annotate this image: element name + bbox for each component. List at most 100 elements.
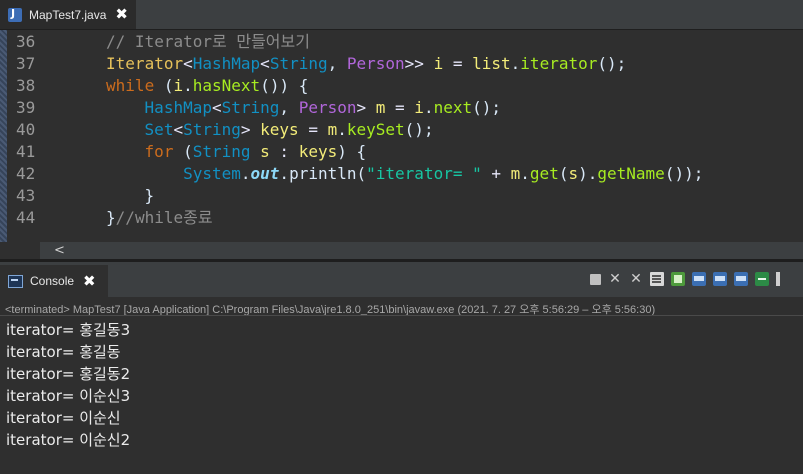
- code-token: .: [279, 164, 290, 183]
- close-console-icon[interactable]: ✖: [83, 273, 96, 289]
- code-token: keys: [260, 120, 299, 139]
- status-divider: [0, 315, 803, 316]
- code-token: m: [375, 98, 386, 117]
- code-token: next: [433, 98, 473, 117]
- code-token: ).: [578, 164, 598, 183]
- code-token: HashMap: [144, 98, 212, 117]
- editor-tab-title: MapTest7.java: [29, 7, 107, 22]
- code-token: >>: [404, 54, 434, 73]
- code-token: }: [144, 186, 155, 205]
- code-token: i: [414, 98, 424, 117]
- scroll-left-icon[interactable]: <: [54, 242, 65, 259]
- code-token: m: [510, 164, 521, 183]
- horizontal-scrollbar[interactable]: <: [40, 242, 803, 259]
- pin-console-icon[interactable]: [755, 272, 769, 286]
- remove-all-terminated-icon[interactable]: ✕: [629, 272, 643, 286]
- code-text: Iterator<HashMap<String, Person>> i = li…: [106, 53, 626, 75]
- code-token: Iterator: [106, 54, 184, 73]
- code-token: =: [298, 120, 328, 139]
- code-token: ();: [597, 54, 627, 73]
- console-output-line: iterator= 홍길동3: [6, 321, 131, 339]
- code-token: out: [250, 164, 280, 183]
- console-tab-title: Console: [30, 274, 75, 288]
- code-token: s: [250, 142, 270, 161]
- code-line[interactable]: 43}: [0, 185, 803, 207]
- code-token: :: [269, 142, 299, 161]
- code-line[interactable]: 42 System.out.println("iterator= " + m.ge…: [0, 163, 803, 185]
- code-token: (: [356, 164, 367, 183]
- code-token: =: [443, 54, 473, 73]
- editor-tab-bar: MapTest7.java ✖: [0, 0, 803, 30]
- code-token: <: [173, 120, 184, 139]
- code-line[interactable]: 37 Iterator<HashMap<String, Person>> i = …: [0, 53, 803, 75]
- code-editor[interactable]: MapTest7.java ✖ 36 // Iterator로 만들어보기 37 It…: [0, 0, 803, 262]
- code-token: <: [211, 98, 222, 117]
- code-token: }: [106, 208, 116, 227]
- code-text: System.out.println("iterator= " + m.get(…: [183, 163, 703, 185]
- console-toolbar: ✕ ✕: [590, 270, 780, 288]
- console-tab[interactable]: Console ✖: [0, 265, 108, 297]
- code-token: while: [106, 76, 155, 95]
- code-token: <: [183, 54, 193, 73]
- console-icon: [8, 274, 23, 288]
- code-token: ();: [472, 98, 502, 117]
- code-token: keySet: [346, 120, 405, 139]
- code-text: Set<String> keys = m.keySet();: [145, 119, 434, 141]
- word-wrap-icon[interactable]: [692, 272, 706, 286]
- code-token: <: [260, 54, 270, 73]
- line-number: 42: [16, 164, 36, 183]
- scroll-lock-icon[interactable]: [671, 272, 685, 286]
- code-line[interactable]: 39 HashMap<String, Person> m = i.next();: [0, 97, 803, 119]
- close-tab-icon[interactable]: ✖: [115, 7, 128, 22]
- code-line[interactable]: 41 for (String s : keys) {: [0, 141, 803, 163]
- code-token: iterator: [520, 54, 598, 73]
- code-line[interactable]: 40 Set<String> keys = m.keySet();: [0, 119, 803, 141]
- more-icon[interactable]: [776, 272, 780, 286]
- remove-launch-icon[interactable]: ✕: [608, 272, 622, 286]
- code-token: getName: [597, 164, 665, 183]
- code-token: Person: [298, 98, 357, 117]
- code-token: Set: [144, 120, 174, 139]
- console-output[interactable]: iterator= 홍길동3 iterator= 홍길동 iterator= 홍길동…: [6, 319, 796, 451]
- line-number: 37: [16, 54, 36, 73]
- code-token: (: [173, 142, 193, 161]
- code-token: .: [520, 164, 530, 183]
- clear-console-icon[interactable]: [650, 272, 664, 286]
- code-token: get: [529, 164, 559, 183]
- console-view: Console ✖ ✕ ✕ <terminated> MapTest7 [Java…: [0, 262, 803, 474]
- console-output-line: iterator= 이순신: [6, 409, 121, 427]
- code-token: for: [144, 142, 174, 161]
- code-line[interactable]: 36 // Iterator로 만들어보기: [0, 31, 803, 53]
- code-token: "iterator= ": [366, 164, 482, 183]
- code-token: //while종료: [115, 208, 213, 227]
- line-number: 43: [16, 186, 36, 205]
- code-line[interactable]: 44}//while종료: [0, 207, 803, 229]
- console-output-line: iterator= 이순신2: [6, 431, 131, 449]
- code-token: .: [510, 54, 521, 73]
- console-tab-bar: Console ✖ ✕ ✕: [0, 262, 803, 297]
- code-token: ()) {: [260, 76, 309, 95]
- terminate-icon[interactable]: [590, 274, 601, 285]
- code-token: .: [337, 120, 347, 139]
- console-output-line: iterator= 홍길동2: [6, 365, 131, 383]
- code-token: System: [183, 164, 241, 183]
- show-console-on-output-icon[interactable]: [713, 272, 727, 286]
- console-output-line: iterator= 이순신3: [6, 387, 131, 405]
- code-token: String: [192, 142, 251, 161]
- line-number: 38: [16, 76, 36, 95]
- code-token: ,: [279, 98, 299, 117]
- code-token: >: [356, 98, 376, 117]
- code-token: HashMap: [192, 54, 261, 73]
- java-file-icon: [8, 7, 22, 22]
- code-token: keys: [298, 142, 338, 161]
- code-token: .: [183, 76, 193, 95]
- code-area[interactable]: 36// Iterator로 만들어보기 37 Iterator<HashMap<S…: [0, 30, 803, 242]
- code-line[interactable]: 38 while (i.hasNext()) {: [0, 75, 803, 97]
- editor-tab-maptest7[interactable]: MapTest7.java ✖: [0, 0, 136, 29]
- code-token: >: [240, 120, 261, 139]
- show-console-on-error-icon[interactable]: [734, 272, 748, 286]
- code-token: list: [472, 54, 511, 73]
- code-token: (: [154, 76, 174, 95]
- code-text: // Iterator로 만들어보기: [106, 31, 310, 53]
- code-token: =: [385, 98, 415, 117]
